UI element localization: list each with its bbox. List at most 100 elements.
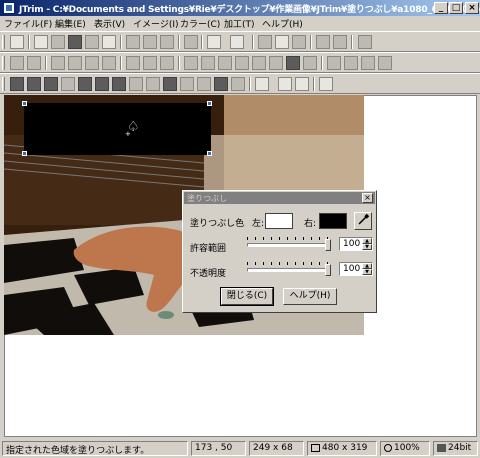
sepia-icon[interactable] [201, 56, 215, 70]
redo-icon[interactable] [230, 35, 244, 49]
menu-image[interactable]: イメージ(I) [133, 17, 179, 30]
selection-handle-bl[interactable] [22, 151, 27, 156]
crop-icon[interactable] [258, 35, 272, 49]
frame-icon[interactable] [333, 35, 347, 49]
opacity-slider-thumb[interactable] [325, 264, 331, 276]
menu-color[interactable]: カラー(C) [180, 17, 220, 30]
spin-down-icon[interactable]: ▼ [362, 244, 372, 250]
dialog-titlebar[interactable]: 塗りつぶし × [184, 192, 375, 204]
text-icon[interactable] [275, 35, 289, 49]
save-icon[interactable] [68, 35, 82, 49]
dialog-close-button[interactable]: × [362, 193, 373, 203]
menu-help[interactable]: ヘルプ(H) [262, 17, 303, 30]
filter-1-icon[interactable] [10, 77, 24, 91]
cut-icon[interactable] [126, 35, 140, 49]
filter-5-icon[interactable] [78, 77, 92, 91]
filter-13-icon[interactable] [214, 77, 228, 91]
window-title: JTrim - C:¥Documents and Settings¥Rie¥デス… [19, 5, 480, 15]
toolbar-separator [321, 56, 323, 70]
filter-10-icon[interactable] [163, 77, 177, 91]
left-color-label: 左: [252, 219, 265, 229]
expand-icon[interactable] [102, 56, 116, 70]
grid-icon[interactable] [292, 35, 306, 49]
eyedropper-button[interactable] [354, 212, 372, 230]
selection-handle-br[interactable] [207, 151, 212, 156]
hue-icon[interactable] [269, 56, 283, 70]
filter-9-icon[interactable] [146, 77, 160, 91]
print-preview-icon[interactable] [102, 35, 116, 49]
filter-14-icon[interactable] [231, 77, 245, 91]
toolbar-grip[interactable] [2, 35, 5, 49]
filter-3-icon[interactable] [44, 77, 58, 91]
tolerance-slider[interactable] [247, 237, 331, 251]
open-folder-icon[interactable] [51, 35, 65, 49]
brightness-icon[interactable] [218, 56, 232, 70]
close-button[interactable]: × [465, 2, 479, 14]
contrast-icon[interactable] [235, 56, 249, 70]
menu-process[interactable]: 加工(T) [224, 17, 255, 30]
fill-icon[interactable] [361, 56, 375, 70]
color-balance-icon[interactable] [303, 56, 317, 70]
rotate-right-icon[interactable] [143, 56, 157, 70]
move-icon[interactable] [85, 56, 99, 70]
status-image-size: 480 x 319 [307, 441, 377, 456]
tile-icon[interactable] [316, 35, 330, 49]
selection-handle-tl[interactable] [22, 101, 27, 106]
opacity-spinner[interactable]: 100 ▲ ▼ [339, 262, 373, 276]
help-button[interactable]: ヘルプ(H) [283, 288, 337, 305]
tolerance-slider-thumb[interactable] [325, 239, 331, 251]
zoom-in-icon[interactable] [278, 77, 292, 91]
toolbar-grip[interactable] [2, 77, 5, 91]
right-color-swatch[interactable] [319, 213, 347, 229]
toolbar-separator [252, 35, 254, 49]
toolbar-main [0, 31, 480, 52]
menu-edit[interactable]: 編集(E) [55, 17, 86, 30]
new-file-icon[interactable] [34, 35, 48, 49]
filter-7-icon[interactable] [112, 77, 126, 91]
status-message: 指定された色域を塗りつぶします。 [2, 441, 188, 456]
reduce-colors-icon[interactable] [327, 56, 341, 70]
opacity-slider[interactable] [247, 262, 331, 276]
trim-icon[interactable] [27, 56, 41, 70]
stamp-icon[interactable] [378, 56, 392, 70]
toolbar-separator [28, 35, 30, 49]
print-icon[interactable] [85, 35, 99, 49]
left-color-swatch[interactable] [265, 213, 293, 229]
menu-view[interactable]: 表示(V) [94, 17, 125, 30]
zoom-icon[interactable] [255, 77, 269, 91]
spin-down-icon[interactable]: ▼ [362, 269, 372, 275]
menu-file[interactable]: ファイル(F) [4, 17, 52, 30]
rotate-left-icon[interactable] [126, 56, 140, 70]
filled-selection[interactable]: ♤ + [24, 103, 211, 155]
pen-icon[interactable] [344, 56, 358, 70]
window-icon[interactable] [10, 35, 24, 49]
paste-icon[interactable] [160, 35, 174, 49]
tolerance-spinner[interactable]: 100 ▲ ▼ [339, 237, 373, 251]
flip-vertical-icon[interactable] [68, 56, 82, 70]
filter-6-icon[interactable] [95, 77, 109, 91]
negative-icon[interactable] [286, 56, 300, 70]
zoom-out-icon[interactable] [295, 77, 309, 91]
selection-handle-tr[interactable] [207, 101, 212, 106]
undo-icon[interactable] [207, 35, 221, 49]
filter-4-icon[interactable] [61, 77, 75, 91]
capture-icon[interactable] [358, 35, 372, 49]
copy-icon[interactable] [143, 35, 157, 49]
tolerance-value: 100 [343, 239, 361, 249]
flip-horizontal-icon[interactable] [51, 56, 65, 70]
maximize-button[interactable]: □ [449, 2, 463, 14]
filter-12-icon[interactable] [197, 77, 211, 91]
close-dialog-button[interactable]: 閉じる(C) [220, 287, 274, 306]
eyedropper-icon[interactable] [319, 77, 333, 91]
toolbar-grip[interactable] [2, 56, 5, 70]
grayscale-icon[interactable] [184, 56, 198, 70]
filter-11-icon[interactable] [180, 77, 194, 91]
filter-2-icon[interactable] [27, 77, 41, 91]
tolerance-label: 許容範囲 [190, 244, 227, 254]
minimize-button[interactable]: _ [434, 2, 448, 14]
filter-8-icon[interactable] [129, 77, 143, 91]
rotate-free-icon[interactable] [160, 56, 174, 70]
gamma-icon[interactable] [252, 56, 266, 70]
resize-icon[interactable] [10, 56, 24, 70]
hand-icon[interactable] [184, 35, 198, 49]
